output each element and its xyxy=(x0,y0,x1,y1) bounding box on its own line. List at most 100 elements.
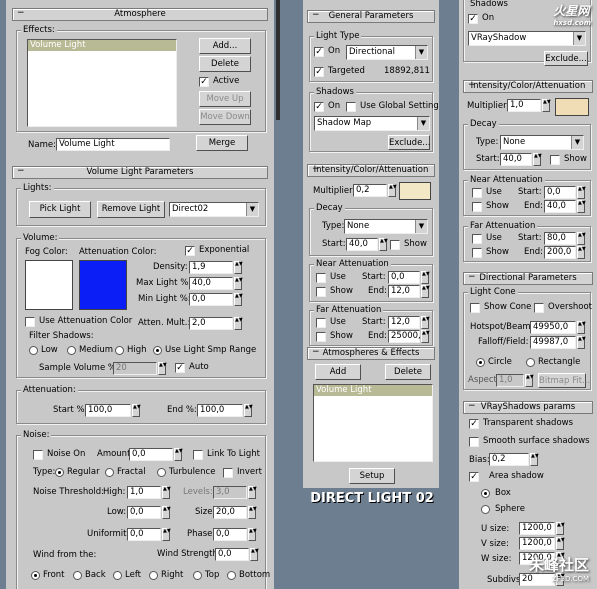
hotspot-field[interactable]: 49950,0 xyxy=(530,321,576,334)
wind-bottom-radio[interactable] xyxy=(227,571,236,580)
bias-field[interactable]: 0,2 xyxy=(489,453,529,466)
vray-decay-type-dropdown[interactable]: None ▼ xyxy=(500,135,584,150)
bitmap-fit-button[interactable]: Bitmap Fit... xyxy=(538,373,590,388)
vray-multiplier-spinner[interactable]: ▲▼ xyxy=(542,99,551,112)
size-field[interactable]: 20,0 xyxy=(213,506,247,519)
size-spinner[interactable]: ▲▼ xyxy=(248,506,257,519)
vray-near-end-field[interactable]: 40,0 xyxy=(544,200,576,213)
decay-type-dropdown[interactable]: None ▼ xyxy=(344,219,428,234)
merge-button[interactable]: Merge xyxy=(196,135,248,151)
box-radio[interactable] xyxy=(481,489,490,498)
wind-left-radio[interactable] xyxy=(113,571,122,580)
aspect-spinner[interactable]: ▲▼ xyxy=(525,374,534,387)
min-light-field[interactable]: 0,0 xyxy=(189,293,233,306)
add-effect-button[interactable]: Add... xyxy=(199,38,251,54)
atmos-list-item[interactable]: Volume Light xyxy=(314,385,432,396)
far-start-spinner[interactable]: ▲▼ xyxy=(421,316,430,329)
vsize-field[interactable]: 1200,0 xyxy=(519,537,555,550)
use-global-checkbox[interactable] xyxy=(346,102,356,112)
filter-medium-radio[interactable] xyxy=(67,346,76,355)
exponential-checkbox[interactable]: ✓ xyxy=(185,246,195,256)
filter-smp-radio[interactable] xyxy=(153,346,162,355)
effects-list-item[interactable]: Volume Light xyxy=(28,40,176,51)
max-light-spinner[interactable]: ▲▼ xyxy=(234,277,243,290)
vray-far-start-spinner[interactable]: ▲▼ xyxy=(577,232,586,245)
chevron-down-icon[interactable]: ▼ xyxy=(246,203,258,216)
atten-mult-spinner[interactable]: ▲▼ xyxy=(234,317,243,330)
wind-back-radio[interactable] xyxy=(73,571,82,580)
directional-params-header[interactable]: − Directional Parameters xyxy=(463,272,593,285)
general-params-header[interactable]: − General Parameters xyxy=(307,10,435,23)
volume-light-rollout-header[interactable]: − Volume Light Parameters xyxy=(12,166,268,179)
multiplier-spinner[interactable]: ▲▼ xyxy=(388,184,397,197)
amount-spinner[interactable]: ▲▼ xyxy=(174,448,183,461)
chevron-down-icon[interactable]: ▼ xyxy=(415,46,427,59)
vray-decay-show-checkbox[interactable] xyxy=(550,155,560,165)
atten-mult-field[interactable]: 2,0 xyxy=(189,317,233,330)
start-percent-field[interactable]: 100,0 xyxy=(85,404,131,417)
end-percent-field[interactable]: 100,0 xyxy=(197,404,243,417)
chevron-down-icon[interactable]: ▼ xyxy=(571,136,583,149)
rectangle-radio[interactable] xyxy=(526,358,535,367)
start-percent-spinner[interactable]: ▲▼ xyxy=(132,404,141,417)
atmos-add-button[interactable]: Add xyxy=(315,364,361,380)
atmos-delete-button[interactable]: Delete xyxy=(385,364,431,380)
move-up-button[interactable]: Move Up xyxy=(199,91,251,107)
phase-spinner[interactable]: ▲▼ xyxy=(248,528,257,541)
bias-spinner[interactable]: ▲▼ xyxy=(530,453,539,466)
light-color-swatch[interactable] xyxy=(399,182,431,200)
near-use-checkbox[interactable] xyxy=(316,273,326,283)
far-show-checkbox[interactable] xyxy=(316,332,326,342)
uniformity-spinner[interactable]: ▲▼ xyxy=(162,528,171,541)
low-field[interactable]: 0,0 xyxy=(127,506,161,519)
vray-multiplier-field[interactable]: 1,0 xyxy=(507,99,541,112)
light-type-dropdown[interactable]: Directional ▼ xyxy=(346,45,428,60)
shadow-type-dropdown[interactable]: Shadow Map ▼ xyxy=(314,116,430,131)
effect-name-field[interactable]: Volume Light xyxy=(56,138,170,151)
near-end-field[interactable]: 12,0 xyxy=(388,285,420,298)
falloff-field[interactable]: 49987,0 xyxy=(530,336,576,349)
transparent-shadows-checkbox[interactable]: ✓ xyxy=(469,419,479,429)
use-atten-color-checkbox[interactable] xyxy=(25,317,35,327)
filter-low-radio[interactable] xyxy=(29,346,38,355)
sample-volume-field[interactable]: 20 xyxy=(113,362,157,375)
active-checkbox[interactable]: ✓ xyxy=(199,77,209,87)
type-turbulence-radio[interactable] xyxy=(157,468,166,477)
type-regular-radio[interactable] xyxy=(55,468,64,477)
far-end-spinner[interactable]: ▲▼ xyxy=(421,330,430,343)
vray-near-end-spinner[interactable]: ▲▼ xyxy=(577,200,586,213)
vray-decay-start-spinner[interactable]: ▲▼ xyxy=(533,153,542,166)
decay-start-spinner[interactable]: ▲▼ xyxy=(379,238,388,251)
far-end-field[interactable]: 25000,0 xyxy=(388,330,426,343)
wind-strength-field[interactable]: 0,0 xyxy=(215,548,249,561)
uniformity-field[interactable]: 0,0 xyxy=(127,528,161,541)
overshoot-checkbox[interactable] xyxy=(534,303,544,313)
shadows-on-checkbox[interactable]: ✓ xyxy=(314,102,324,112)
chevron-down-icon[interactable]: ▼ xyxy=(573,32,585,45)
area-shadow-checkbox[interactable]: ✓ xyxy=(469,472,479,482)
pick-light-button[interactable]: Pick Light xyxy=(29,201,91,218)
circle-radio[interactable] xyxy=(476,358,485,367)
effects-list[interactable]: Volume Light xyxy=(27,39,177,127)
noise-on-checkbox[interactable] xyxy=(33,450,43,460)
vray-near-start-spinner[interactable]: ▲▼ xyxy=(577,186,586,199)
vray-shadow-type-dropdown[interactable]: VRayShadow ▼ xyxy=(468,31,586,46)
link-to-light-checkbox[interactable] xyxy=(193,450,203,460)
atmos-effects-list[interactable]: Volume Light xyxy=(313,384,433,462)
type-fractal-radio[interactable] xyxy=(105,468,114,477)
near-start-spinner[interactable]: ▲▼ xyxy=(421,271,430,284)
atmosphere-rollout-header[interactable]: − Atmosphere xyxy=(12,8,268,21)
vray-near-use-checkbox[interactable] xyxy=(472,188,482,198)
near-start-field[interactable]: 0,0 xyxy=(388,271,420,284)
vsize-spinner[interactable]: ▲▼ xyxy=(556,537,565,550)
usize-field[interactable]: 1200,0 xyxy=(519,522,555,535)
chevron-down-icon[interactable]: ▼ xyxy=(415,220,427,233)
show-cone-checkbox[interactable] xyxy=(470,303,480,313)
targeted-checkbox[interactable]: ✓ xyxy=(314,67,324,77)
levels-spinner[interactable]: ▲▼ xyxy=(248,486,257,499)
levels-field[interactable]: 3,0 xyxy=(213,486,247,499)
move-down-button[interactable]: Move Down xyxy=(199,109,251,125)
vray-far-end-field[interactable]: 200,0 xyxy=(544,246,576,259)
sample-volume-spinner[interactable]: ▲▼ xyxy=(158,362,167,375)
wind-strength-spinner[interactable]: ▲▼ xyxy=(250,548,259,561)
